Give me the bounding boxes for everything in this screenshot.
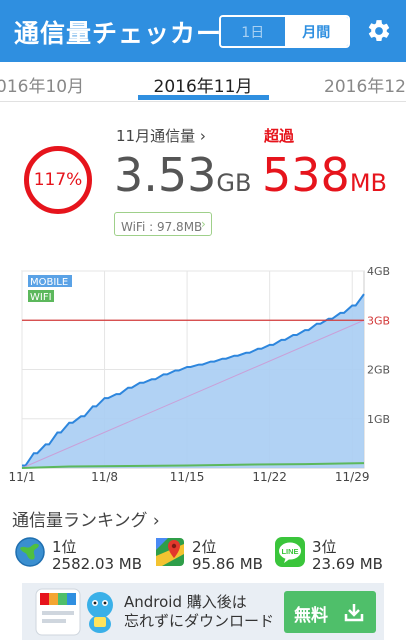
wifi-usage-button[interactable]: WiFi : 97.8MB › xyxy=(114,212,212,236)
ranking-item-3[interactable]: LINE 3位 23.69 MB xyxy=(274,536,394,576)
over-number: 538 xyxy=(262,148,350,202)
line-icon: LINE xyxy=(275,537,305,567)
tab-current-month[interactable]: 2016年11月 xyxy=(138,72,268,97)
ad-line-2: 忘れずにダウンロード xyxy=(124,612,275,630)
x-tick-label: 11/15 xyxy=(170,470,205,484)
segment-day[interactable]: 1日 xyxy=(221,17,285,46)
svg-text:LINE: LINE xyxy=(281,547,298,556)
ad-banner[interactable]: Android 購入後は 忘れずにダウンロード 無料 xyxy=(22,583,384,640)
app-bar: 通信量チェッカー 1日 月間 xyxy=(0,0,406,62)
app-root: 通信量チェッカー 1日 月間 016年10月 2016年11月 2016年12月… xyxy=(0,0,406,640)
monthly-usage-link[interactable]: 11月通信量 › xyxy=(116,125,206,146)
ranking-title-link[interactable]: 通信量ランキング › xyxy=(12,506,160,531)
legend-wifi-label: WIFI xyxy=(30,292,52,303)
globe-icon xyxy=(15,537,45,567)
ad-button-label: 無料 xyxy=(294,606,328,626)
tab-indicator xyxy=(138,95,269,100)
mascot-icon xyxy=(87,592,113,633)
usage-chart: 11/1 11/8 11/15 11/22 11/29 1GB 2GB 3GB 4GB MOBIL… xyxy=(9,266,391,484)
wifi-usage-text: WiFi : 97.8MB xyxy=(121,220,203,234)
usage-percent-circle: 117% xyxy=(24,146,92,214)
app-title: 通信量チェッカー xyxy=(14,19,223,48)
ranking-value: 2582.03 MB xyxy=(52,555,143,573)
download-icon xyxy=(344,604,364,622)
ranking-value: 95.86 MB xyxy=(192,555,263,573)
usage-percent: 117% xyxy=(33,170,83,190)
x-tick-label: 11/1 xyxy=(9,470,36,484)
settings-gear-icon[interactable] xyxy=(366,18,392,44)
over-value: 538MB xyxy=(262,148,387,202)
ranking-position: 2位 xyxy=(192,538,217,556)
over-label: 超過 xyxy=(264,127,295,145)
usage-unit: GB xyxy=(216,169,252,197)
y-tick-label: 2GB xyxy=(367,364,390,377)
x-tick-label: 11/29 xyxy=(335,470,370,484)
ad-text: Android 購入後は 忘れずにダウンロード xyxy=(124,593,274,631)
monthly-usage-value: 3.53GB xyxy=(114,148,251,202)
ranking-position: 1位 xyxy=(52,538,77,556)
ad-app-icon xyxy=(35,588,81,636)
ranking-item-2[interactable]: 2位 95.86 MB xyxy=(154,536,266,576)
period-toggle: 1日 月間 xyxy=(219,15,350,48)
over-unit: MB xyxy=(349,169,387,197)
usage-number: 3.53 xyxy=(114,148,217,202)
tab-next-month[interactable]: 2016年12月 xyxy=(324,72,406,97)
ranking-value: 23.69 MB xyxy=(312,555,383,573)
chevron-right-icon: › xyxy=(201,217,206,231)
ad-line-1: Android 購入後は xyxy=(124,593,247,611)
x-tick-label: 11/8 xyxy=(91,470,118,484)
ranking-item-1[interactable]: 1位 2582.03 MB xyxy=(14,536,144,576)
maps-icon xyxy=(156,538,184,566)
y-tick-label: 1GB xyxy=(367,413,390,426)
legend-mobile-label: MOBILE xyxy=(30,277,68,288)
y-tick-label: 3GB xyxy=(367,314,390,327)
segment-month[interactable]: 月間 xyxy=(284,17,348,46)
ranking-position: 3位 xyxy=(312,538,337,556)
ad-free-button[interactable]: 無料 xyxy=(284,591,376,633)
y-tick-label: 4GB xyxy=(367,266,390,278)
tab-prev-month[interactable]: 016年10月 xyxy=(0,72,84,97)
x-tick-label: 11/22 xyxy=(252,470,287,484)
